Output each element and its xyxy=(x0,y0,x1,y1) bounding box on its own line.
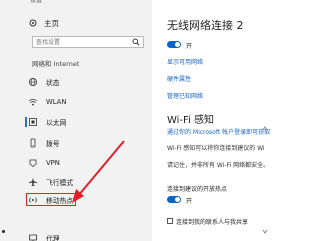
settings-window: 设置 主页 网络和 Internet 状态 xyxy=(0,0,271,241)
wifi-sense-warning: 请记住，并非所有 Wi-Fi 网络都安全。 xyxy=(167,162,270,169)
sidebar-item-label: 代理 xyxy=(46,235,60,241)
highlight-box xyxy=(26,193,76,206)
microsoft-account-link[interactable]: 通过你的 Microsoft 帐户登录即可获取 xyxy=(167,127,270,136)
wifi-sense-desc: Wi-Fi 感知可以将你连接到建议的 Wi xyxy=(167,145,265,152)
proxy-icon xyxy=(29,234,37,241)
phone-icon xyxy=(30,138,36,148)
network-title: 无线网络连接 2 xyxy=(167,19,244,32)
group-label: 网络和 Internet xyxy=(32,60,80,68)
sidebar-item-vpn[interactable]: VPN xyxy=(28,156,148,170)
sidebar-item-label: VPN xyxy=(46,159,60,167)
wifi-sense-title: Wi-Fi 感知 xyxy=(167,115,215,126)
ethernet-icon xyxy=(29,118,37,126)
hardware-properties-link[interactable]: 硬件属性 xyxy=(167,74,191,83)
sidebar-item-dialup[interactable]: 拨号 xyxy=(28,136,148,150)
wifi-toggle-state: 开 xyxy=(186,43,193,50)
sidebar-item-proxy[interactable]: 代理 xyxy=(28,231,148,241)
search-box[interactable] xyxy=(32,36,144,48)
shared-networks-checkbox[interactable] xyxy=(167,218,173,224)
open-hotspots-label: 连接到建议的开放热点 xyxy=(167,186,228,193)
sidebar-item-ethernet[interactable]: 以太网 xyxy=(25,115,148,129)
active-indicator xyxy=(25,117,27,127)
show-networks-link[interactable]: 显示可用网络 xyxy=(167,57,203,66)
search-input[interactable] xyxy=(36,37,130,47)
wifi-toggle[interactable] xyxy=(167,41,181,48)
manage-known-networks-link[interactable]: 管理已知网络 xyxy=(167,91,203,100)
shared-networks-label: 连接到我的联系人与我共享 xyxy=(176,219,249,226)
sidebar-item-airplane[interactable]: 飞行模式 xyxy=(28,175,148,189)
sidebar-item-label: WLAN xyxy=(46,98,67,106)
search-icon[interactable] xyxy=(132,38,140,46)
sidebar-item-label: 飞行模式 xyxy=(46,179,74,187)
home-label: 主页 xyxy=(44,18,59,28)
sidebar-item-wlan[interactable]: WLAN xyxy=(28,95,148,109)
sidebar-item-status[interactable]: 状态 xyxy=(28,75,148,89)
sidebar-item-label: 以太网 xyxy=(46,119,67,127)
airplane-icon xyxy=(29,177,37,186)
wifi-icon xyxy=(28,98,38,106)
sidebar: 设置 主页 网络和 Internet 状态 xyxy=(0,0,152,241)
sidebar-item-label: 拨号 xyxy=(46,140,60,148)
scrollbar[interactable] xyxy=(262,126,268,241)
open-hotspots-toggle[interactable] xyxy=(167,196,181,203)
open-hotspots-toggle-state: 开 xyxy=(186,198,193,205)
gear-icon xyxy=(29,19,37,27)
main-panel: 无线网络连接 2 开 显示可用网络 硬件属性 管理已知网络 Wi-Fi 感知 通… xyxy=(159,0,271,241)
bottom-dot xyxy=(2,230,5,233)
sidebar-item-label: 状态 xyxy=(46,79,60,87)
sidebar-item-home[interactable]: 主页 xyxy=(28,16,138,30)
globe-icon xyxy=(29,78,37,86)
app-title: 设置 xyxy=(30,0,43,4)
vpn-icon xyxy=(29,159,37,168)
